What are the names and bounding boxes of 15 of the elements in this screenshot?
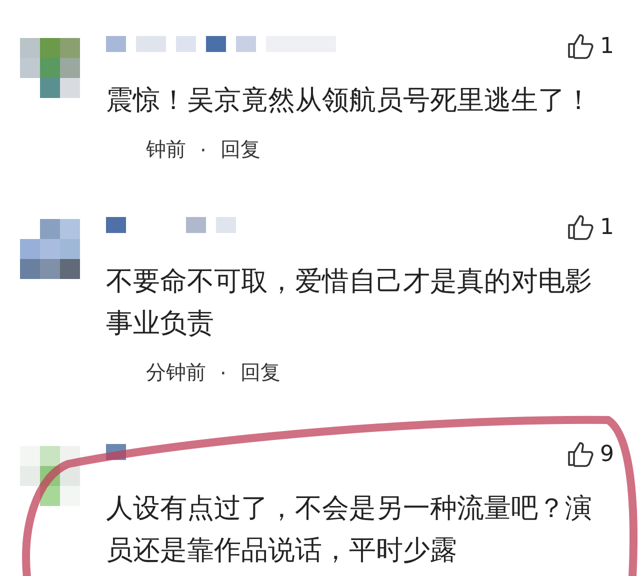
comment-time: 钟前: [146, 136, 186, 163]
separator-dot: ·: [200, 138, 206, 162]
like-count: 1: [600, 214, 614, 240]
comment-text: 不要命不可取，爱惜自己才是真的对电影事业负责: [106, 265, 593, 341]
like-count: 9: [600, 442, 614, 466]
comment-text: 人设有点过了，不会是另一种流量吧？演员还是靠作品说话，平时少露: [106, 492, 593, 568]
reply-link[interactable]: 回复: [220, 136, 260, 163]
separator-dot: ·: [220, 360, 226, 384]
comment-text: 震惊！吴京竟然从领航员号死里逃生了！: [106, 84, 593, 118]
comment-time: 分钟前: [146, 359, 206, 386]
like-count: 1: [600, 34, 614, 58]
thumbs-up-icon[interactable]: [566, 213, 594, 241]
thumbs-up-icon[interactable]: [566, 32, 594, 60]
reply-link[interactable]: 回复: [240, 359, 280, 386]
thumbs-up-icon[interactable]: [566, 440, 594, 468]
